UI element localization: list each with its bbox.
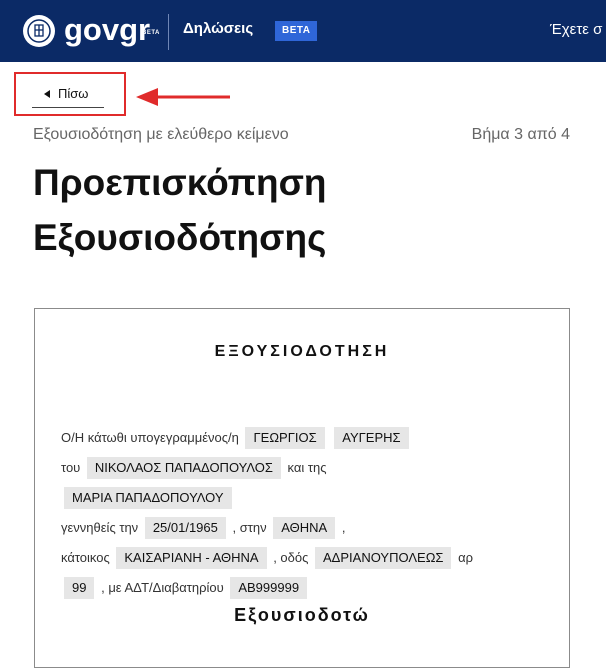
father-name-field: ΝΙΚΟΛΑΟΣ ΠΑΠΑΔΟΠΟΥΛΟΣ bbox=[86, 457, 281, 479]
authorize-heading: Εξουσιοδοτώ bbox=[234, 605, 370, 625]
static-text: αρ bbox=[458, 550, 473, 565]
top-header: govgr BETA Δηλώσεις BETA Έχετε σ bbox=[0, 0, 606, 62]
page-title: Προεπισκόπηση Εξουσιοδότησης bbox=[33, 162, 327, 258]
mother-name-field: ΜΑΡΙΑ ΠΑΠΑΔΟΠΟΥΛΟΥ bbox=[64, 487, 232, 509]
id-number-field: ΑΒ999999 bbox=[230, 577, 308, 599]
static-text: , στην bbox=[232, 520, 267, 535]
static-text: γεννηθείς την bbox=[61, 520, 139, 535]
residence-field: ΚΑΙΣΑΡΙΑΝΗ - ΑΘΗΝΑ bbox=[116, 547, 267, 569]
back-button-label: Πίσω bbox=[58, 86, 89, 101]
form-subtitle: Εξουσιοδότηση με ελεύθερο κείμενο bbox=[33, 126, 289, 143]
document-line: γεννηθείς την 25/01/1965 , στην ΑΘΗΝΑ , bbox=[61, 513, 551, 543]
document-body: Ο/Η κάτωθι υπογεγραμμένος/η ΓΕΩΡΓΙΟΣ ΑΥΓ… bbox=[61, 423, 551, 603]
document-line: Ο/Η κάτωθι υπογεγραμμένος/η ΓΕΩΡΓΙΟΣ ΑΥΓ… bbox=[61, 423, 551, 453]
static-text: Ο/Η κάτωθι υπογεγραμμένος/η bbox=[61, 430, 239, 445]
static-text: , με ΑΔΤ/Διαβατηρίου bbox=[101, 580, 224, 595]
back-button[interactable]: Πίσω bbox=[32, 80, 104, 108]
beta-badge: BETA bbox=[275, 21, 318, 41]
static-text: του bbox=[61, 460, 81, 475]
caret-left-icon bbox=[44, 89, 50, 98]
document-line: 99 , με ΑΔΤ/Διαβατηρίου ΑΒ999999 bbox=[61, 573, 551, 603]
birth-date-field: 25/01/1965 bbox=[144, 517, 226, 539]
first-name-field: ΓΕΩΡΓΙΟΣ bbox=[245, 427, 325, 449]
street-field: ΑΔΡΙΑΝΟΥΠΟΛΕΩΣ bbox=[315, 547, 452, 569]
govgr-logo[interactable]: govgr bbox=[64, 12, 150, 48]
static-text: , οδός bbox=[273, 550, 309, 565]
street-number-field: 99 bbox=[64, 577, 95, 599]
brand-beta-label: BETA bbox=[142, 30, 160, 36]
document-heading: ΕΞΟΥΣΙΟΔΟΤΗΣΗ bbox=[214, 343, 390, 360]
red-arrow-icon bbox=[136, 88, 230, 106]
step-indicator: Βήμα 3 από 4 bbox=[471, 126, 570, 143]
login-link[interactable]: Έχετε σ bbox=[550, 21, 602, 38]
static-text: , bbox=[341, 520, 346, 535]
last-name-field: ΑΥΓΕΡΗΣ bbox=[334, 427, 409, 449]
app-name[interactable]: Δηλώσεις bbox=[183, 20, 253, 37]
static-text: κάτοικος bbox=[61, 550, 110, 565]
document-line: ΜΑΡΙΑ ΠΑΠΑΔΟΠΟΥΛΟΥ bbox=[61, 483, 551, 513]
document-line: του ΝΙΚΟΛΑΟΣ ΠΑΠΑΔΟΠΟΥΛΟΣ και της bbox=[61, 453, 551, 483]
static-text: και της bbox=[287, 460, 327, 475]
document-preview: ΕΞΟΥΣΙΟΔΟΤΗΣΗ Ο/Η κάτωθι υπογεγραμμένος/… bbox=[34, 308, 570, 668]
document-line: κάτοικος ΚΑΙΣΑΡΙΑΝΗ - ΑΘΗΝΑ , οδός ΑΔΡΙΑ… bbox=[61, 543, 551, 573]
greek-seal-icon[interactable] bbox=[23, 15, 55, 47]
birth-place-field: ΑΘΗΝΑ bbox=[273, 517, 336, 539]
header-divider bbox=[168, 14, 169, 50]
